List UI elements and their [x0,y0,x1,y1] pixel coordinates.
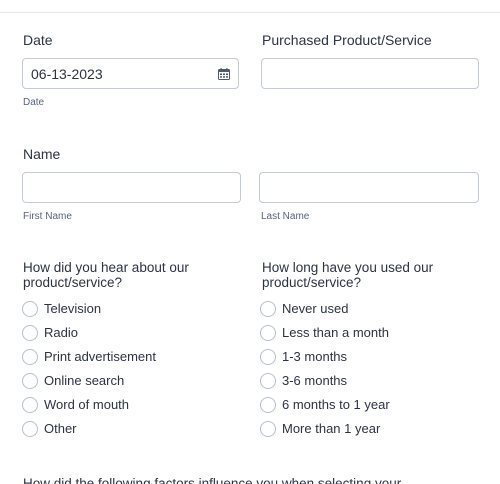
hear-option-television[interactable]: Television [22,300,101,318]
last-name-sublabel: Last Name [261,211,310,222]
radio-button[interactable] [260,397,276,413]
option-label: Less than a month [282,325,389,340]
option-label: Print advertisement [44,349,156,364]
duration-option-1-3[interactable]: 1-3 months [260,348,347,366]
duration-option-3-6[interactable]: 3-6 months [260,372,347,390]
first-name-sublabel: First Name [23,211,72,222]
option-label: Other [44,421,77,436]
option-label: Online search [44,373,125,388]
last-name-input[interactable] [259,172,479,203]
radio-button[interactable] [22,349,38,365]
product-input[interactable] [261,58,479,89]
hear-option-word-of-mouth[interactable]: Word of mouth [22,396,129,414]
duration-option-6-12[interactable]: 6 months to 1 year [260,396,390,414]
radio-button[interactable] [22,373,38,389]
hear-question-label: How did you hear about our product/servi… [23,260,189,290]
first-name-input[interactable] [22,172,241,203]
duration-question-label: How long have you used our product/servi… [262,260,434,290]
hear-option-other[interactable]: Other [22,420,77,438]
radio-button[interactable] [22,397,38,413]
radio-button[interactable] [260,301,276,317]
product-label: Purchased Product/Service [262,32,432,48]
radio-button[interactable] [260,373,276,389]
option-label: Word of mouth [44,397,130,412]
date-sublabel: Date [23,97,45,108]
option-label: 1-3 months [282,349,348,364]
radio-button[interactable] [260,325,276,341]
hear-option-radio[interactable]: Radio [22,324,78,342]
date-input[interactable]: 06-13-2023 [22,58,239,89]
name-label: Name [23,146,61,162]
hear-option-online[interactable]: Online search [22,372,124,390]
radio-button[interactable] [260,421,276,437]
radio-button[interactable] [22,325,38,341]
option-label: Never used [282,301,349,316]
date-value: 06-13-2023 [31,66,103,82]
factors-question-label: How did the following factors influence … [23,476,402,484]
calendar-icon[interactable] [218,68,230,80]
radio-button[interactable] [22,421,38,437]
option-label: 6 months to 1 year [282,397,390,412]
duration-option-more-year[interactable]: More than 1 year [260,420,380,438]
section-divider [0,12,500,13]
hear-option-print[interactable]: Print advertisement [22,348,156,366]
radio-button[interactable] [260,349,276,365]
option-label: 3-6 months [282,373,348,388]
duration-option-never[interactable]: Never used [260,300,348,318]
option-label: Radio [44,325,78,340]
duration-option-less-month[interactable]: Less than a month [260,324,389,342]
option-label: More than 1 year [282,421,381,436]
radio-button[interactable] [22,301,38,317]
date-label: Date [23,32,53,48]
option-label: Television [44,301,102,316]
